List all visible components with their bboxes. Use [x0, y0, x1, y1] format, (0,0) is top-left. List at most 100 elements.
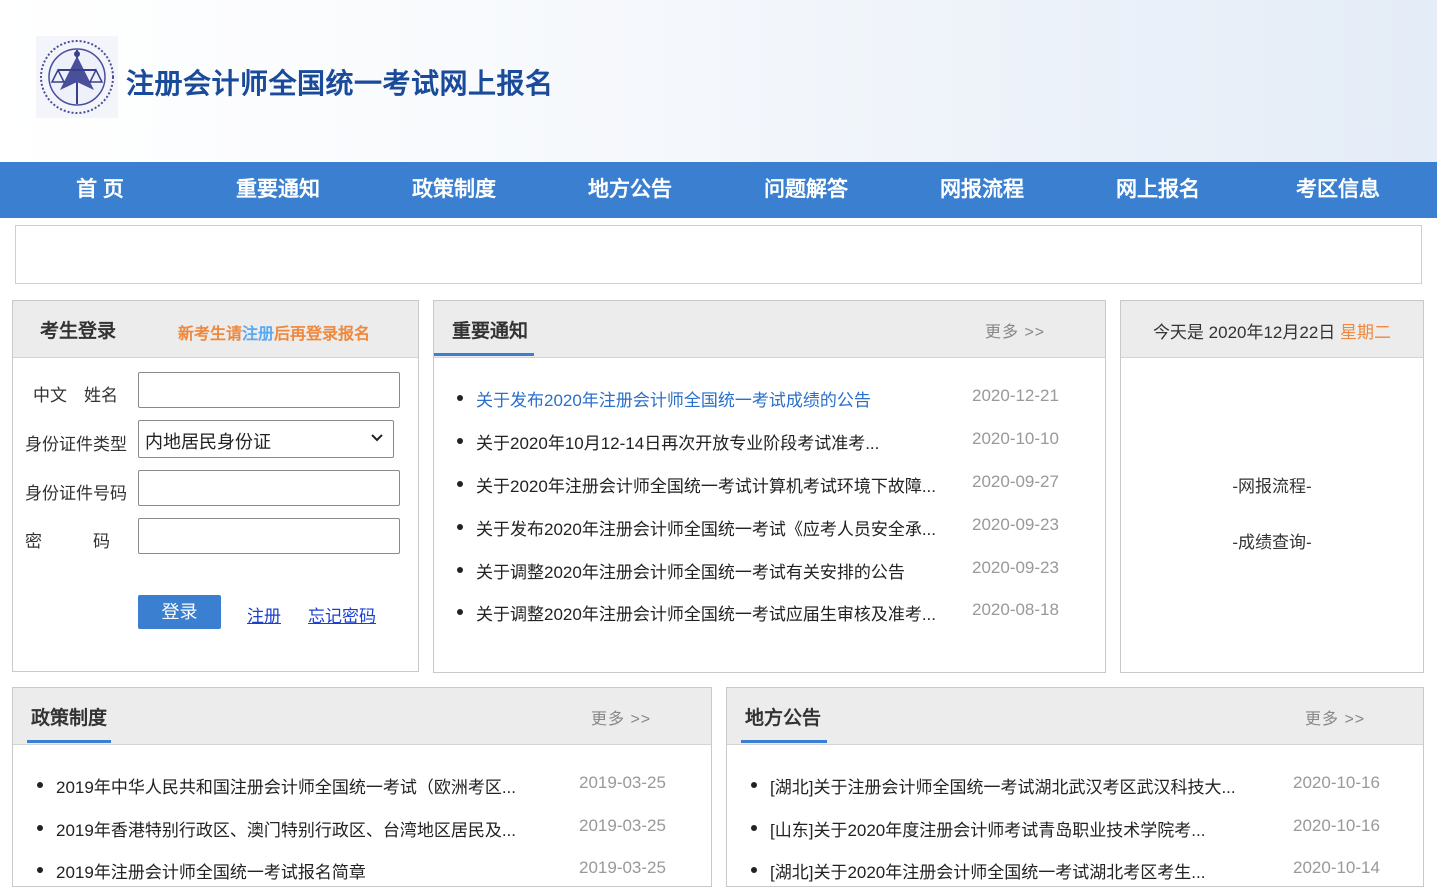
today-panel-header: 今天是 2020年12月22日 星期二: [1121, 301, 1423, 358]
bullet-icon: [457, 395, 463, 401]
list-item-title[interactable]: [湖北]关于注册会计师全国统一考试湖北武汉考区武汉科技大...: [770, 773, 1236, 798]
forgot-password-link[interactable]: 忘记密码: [308, 602, 376, 627]
login-panel-header: 考生登录 新考生请注册后再登录报名: [13, 301, 418, 358]
list-item-title[interactable]: 2019年中华人民共和国注册会计师全国统一考试（欧洲考区...: [56, 773, 516, 798]
bullet-icon: [457, 609, 463, 615]
list-item-date: 2020-10-10: [972, 429, 1059, 448]
list-item[interactable]: 关于2020年注册会计师全国统一考试计算机考试环境下故障... 2020-09-…: [434, 472, 1105, 496]
policy-more-link[interactable]: 更多 >>: [591, 705, 651, 729]
list-item[interactable]: [湖北]关于注册会计师全国统一考试湖北武汉考区武汉科技大... 2020-10-…: [727, 773, 1423, 797]
login-hint-suffix: 后再登录报名: [274, 326, 371, 343]
process-link[interactable]: -网报流程-: [1121, 472, 1423, 497]
list-item-date: 2019-03-25: [579, 858, 666, 877]
bullet-icon: [457, 567, 463, 573]
local-panel: 地方公告 更多 >> [湖北]关于注册会计师全国统一考试湖北武汉考区武汉科技大.…: [726, 687, 1424, 887]
idnum-input[interactable]: [138, 470, 400, 506]
list-item-date: 2020-10-14: [1293, 858, 1380, 877]
name-input[interactable]: [138, 372, 400, 408]
bullet-icon: [751, 782, 757, 788]
banner-area: [15, 225, 1422, 284]
list-item[interactable]: 关于调整2020年注册会计师全国统一考试有关安排的公告 2020-09-23: [434, 558, 1105, 582]
list-item-date: 2019-03-25: [579, 816, 666, 835]
list-item-title[interactable]: 关于2020年注册会计师全国统一考试计算机考试环境下故障...: [476, 472, 936, 497]
password-input[interactable]: [138, 518, 400, 554]
notices-panel-header: 重要通知 更多 >>: [434, 301, 1105, 358]
list-item-title[interactable]: [山东]关于2020年度注册会计师考试青岛职业技术学院考...: [770, 816, 1205, 841]
list-item-title[interactable]: 关于发布2020年注册会计师全国统一考试成绩的公告: [476, 386, 871, 411]
list-item[interactable]: 关于2020年10月12-14日再次开放专业阶段考试准考... 2020-10-…: [434, 429, 1105, 453]
list-item-date: 2019-03-25: [579, 773, 666, 792]
local-title: 地方公告: [745, 708, 822, 729]
list-item-date: 2020-09-27: [972, 472, 1059, 491]
nav-item-policy[interactable]: 政策制度: [412, 162, 496, 218]
today-weekday: 星期二: [1340, 323, 1392, 342]
login-hint-register-link[interactable]: 注册: [242, 326, 274, 343]
score-query-link[interactable]: -成绩查询-: [1121, 528, 1423, 553]
list-item-title[interactable]: [湖北]关于2020年注册会计师全国统一考试湖北考区考生...: [770, 858, 1205, 883]
bullet-icon: [751, 867, 757, 873]
list-item[interactable]: 关于调整2020年注册会计师全国统一考试应届生审核及准考... 2020-08-…: [434, 600, 1105, 624]
main-nav: 首 页 重要通知 政策制度 地方公告 问题解答 网报流程 网上报名 考区信息: [0, 162, 1437, 218]
login-hint: 新考生请注册后再登录报名: [178, 320, 370, 344]
policy-title: 政策制度: [31, 708, 108, 729]
list-item-date: 2020-12-21: [972, 386, 1059, 405]
nav-item-notices[interactable]: 重要通知: [236, 162, 320, 218]
nav-item-exam-area[interactable]: 考区信息: [1296, 162, 1380, 218]
policy-panel-header: 政策制度 更多 >>: [13, 688, 711, 745]
list-item-title[interactable]: 关于发布2020年注册会计师全国统一考试《应考人员安全承...: [476, 515, 936, 540]
today-panel: 今天是 2020年12月22日 星期二 -网报流程- -成绩查询-: [1120, 300, 1424, 673]
bullet-icon: [37, 867, 43, 873]
list-item[interactable]: [山东]关于2020年度注册会计师考试青岛职业技术学院考... 2020-10-…: [727, 816, 1423, 840]
idtype-label: 身份证件类型: [25, 435, 127, 454]
chevron-down-icon: [371, 434, 383, 442]
list-item[interactable]: 2019年香港特别行政区、澳门特别行政区、台湾地区居民及... 2019-03-…: [13, 816, 711, 840]
bullet-icon: [457, 524, 463, 530]
bullet-icon: [37, 825, 43, 831]
list-item-date: 2020-08-18: [972, 600, 1059, 619]
login-title: 考生登录: [40, 321, 117, 342]
policy-title-underline: [27, 740, 111, 743]
list-item-title[interactable]: 2019年注册会计师全国统一考试报名简章: [56, 858, 366, 883]
local-title-underline: [741, 740, 827, 743]
name-label: 中文 姓名: [33, 386, 118, 405]
notices-title: 重要通知: [452, 321, 529, 342]
login-panel: 考生登录 新考生请注册后再登录报名 中文 姓名 身份证件类型 内地居民身份证 身…: [12, 300, 419, 672]
idnum-label: 身份证件号码: [25, 484, 127, 503]
idtype-select[interactable]: 内地居民身份证: [138, 420, 394, 458]
bullet-icon: [457, 481, 463, 487]
register-link[interactable]: 注册: [247, 602, 281, 627]
today-date: 今天是 2020年12月22日 星期二: [1121, 318, 1423, 343]
list-item-date: 2020-10-16: [1293, 773, 1380, 792]
list-item[interactable]: 2019年注册会计师全国统一考试报名简章 2019-03-25: [13, 858, 711, 882]
list-item-date: 2020-09-23: [972, 558, 1059, 577]
nav-item-local[interactable]: 地方公告: [588, 162, 672, 218]
list-item[interactable]: [湖北]关于2020年注册会计师全国统一考试湖北考区考生... 2020-10-…: [727, 858, 1423, 882]
local-panel-header: 地方公告 更多 >>: [727, 688, 1423, 745]
bullet-icon: [37, 782, 43, 788]
notices-panel: 重要通知 更多 >> 关于发布2020年注册会计师全国统一考试成绩的公告 202…: [433, 300, 1106, 673]
nav-item-home[interactable]: 首 页: [76, 162, 124, 218]
list-item-title[interactable]: 2019年香港特别行政区、澳门特别行政区、台湾地区居民及...: [56, 816, 516, 841]
nav-item-faq[interactable]: 问题解答: [764, 162, 848, 218]
list-item-title[interactable]: 关于2020年10月12-14日再次开放专业阶段考试准考...: [476, 429, 879, 454]
list-item-title[interactable]: 关于调整2020年注册会计师全国统一考试有关安排的公告: [476, 558, 905, 583]
nav-item-register[interactable]: 网上报名: [1116, 162, 1200, 218]
bullet-icon: [457, 438, 463, 444]
list-item[interactable]: 关于发布2020年注册会计师全国统一考试成绩的公告 2020-12-21: [434, 386, 1105, 410]
policy-panel: 政策制度 更多 >> 2019年中华人民共和国注册会计师全国统一考试（欧洲考区.…: [12, 687, 712, 887]
site-header: 注册会计师全国统一考试网上报名: [0, 0, 1437, 162]
site-title: 注册会计师全国统一考试网上报名: [126, 68, 554, 99]
list-item[interactable]: 2019年中华人民共和国注册会计师全国统一考试（欧洲考区... 2019-03-…: [13, 773, 711, 797]
list-item-date: 2020-09-23: [972, 515, 1059, 534]
nav-item-process[interactable]: 网报流程: [940, 162, 1024, 218]
cicpa-logo-icon[interactable]: [36, 36, 118, 118]
password-label: 密 码: [25, 532, 110, 551]
list-item-title[interactable]: 关于调整2020年注册会计师全国统一考试应届生审核及准考...: [476, 600, 936, 625]
notices-more-link[interactable]: 更多 >>: [985, 318, 1045, 342]
login-button[interactable]: 登录: [138, 595, 221, 629]
list-item[interactable]: 关于发布2020年注册会计师全国统一考试《应考人员安全承... 2020-09-…: [434, 515, 1105, 539]
bullet-icon: [751, 825, 757, 831]
login-hint-prefix: 新考生请: [178, 326, 243, 343]
notices-title-underline: [434, 353, 534, 356]
local-more-link[interactable]: 更多 >>: [1305, 705, 1365, 729]
